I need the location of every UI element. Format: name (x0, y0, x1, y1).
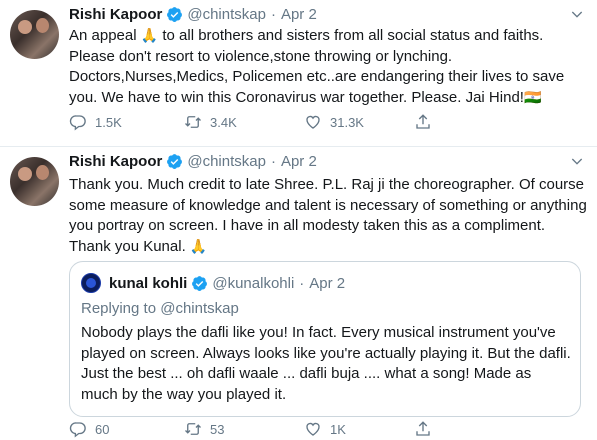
author-name[interactable]: Rishi Kapoor (69, 153, 162, 170)
tweet[interactable]: Rishi Kapoor @chintskap · Apr 2 Thank yo… (0, 147, 597, 440)
quoted-tweet-text: Nobody plays the dafli like you! In fact… (81, 324, 571, 403)
tweet[interactable]: Rishi Kapoor @chintskap · Apr 2 An appea… (0, 0, 597, 147)
author-name: kunal kohli (109, 274, 188, 292)
tweet-text: An appeal 🙏 to all brothers and sisters … (69, 27, 565, 106)
reply-icon (69, 420, 87, 438)
avatar[interactable] (10, 10, 59, 59)
quoted-tweet[interactable]: kunal kohli @kunalkohli · Apr 2 Replying… (69, 261, 581, 417)
reply-button[interactable]: 1.5K (69, 113, 184, 131)
folded-hands-emoji: 🙏 (140, 27, 159, 43)
folded-hands-emoji: 🙏 (189, 237, 208, 254)
tweet-actions: 1.5K 3.4K 31.3K (69, 112, 569, 132)
tweet-actions: 60 53 1K (69, 419, 569, 439)
share-button[interactable] (414, 420, 440, 438)
retweet-button[interactable]: 53 (184, 420, 304, 438)
reply-count: 60 (95, 421, 110, 437)
tweet-date[interactable]: Apr 2 (281, 153, 317, 170)
like-button[interactable]: 1K (304, 420, 414, 438)
author-handle[interactable]: @chintskap (187, 153, 266, 170)
india-flag-emoji: 🇮🇳 (523, 88, 542, 105)
like-button[interactable]: 31.3K (304, 113, 414, 131)
reply-button[interactable]: 60 (69, 420, 184, 438)
author-name[interactable]: Rishi Kapoor (69, 6, 162, 23)
chevron-down-icon[interactable] (569, 153, 585, 169)
tweet-date: Apr 2 (309, 274, 346, 292)
chevron-down-icon[interactable] (569, 6, 585, 22)
replying-to: Replying to @chintskap (81, 300, 239, 317)
avatar[interactable] (10, 157, 59, 206)
retweet-count: 3.4K (210, 114, 237, 130)
like-count: 1K (330, 421, 346, 437)
author-handle[interactable]: @chintskap (187, 6, 266, 23)
tweet-date[interactable]: Apr 2 (281, 6, 317, 23)
tweet-text: Thank you. Much credit to late Shree. P.… (69, 176, 587, 255)
retweet-count: 53 (210, 421, 225, 437)
share-icon (414, 113, 432, 131)
separator: · (270, 5, 276, 23)
like-icon (304, 113, 322, 131)
retweet-icon (184, 420, 202, 438)
verified-badge-icon (166, 153, 183, 170)
quoted-tweet-header: kunal kohli @kunalkohli · Apr 2 (109, 273, 345, 293)
share-button[interactable] (414, 113, 440, 131)
tweet-header: Rishi Kapoor @chintskap · Apr 2 (69, 4, 317, 24)
separator: · (299, 274, 305, 292)
retweet-button[interactable]: 3.4K (184, 113, 304, 131)
retweet-icon (184, 113, 202, 131)
separator: · (270, 152, 276, 170)
like-icon (304, 420, 322, 438)
verified-badge-icon (166, 6, 183, 23)
replying-to-handle[interactable]: @chintskap (160, 300, 239, 317)
avatar[interactable] (81, 273, 101, 293)
tweet-header: Rishi Kapoor @chintskap · Apr 2 (69, 151, 317, 171)
reply-count: 1.5K (95, 114, 122, 130)
verified-badge-icon (191, 275, 208, 292)
author-handle: @kunalkohli (212, 274, 295, 292)
reply-icon (69, 113, 87, 131)
like-count: 31.3K (330, 114, 364, 130)
share-icon (414, 420, 432, 438)
